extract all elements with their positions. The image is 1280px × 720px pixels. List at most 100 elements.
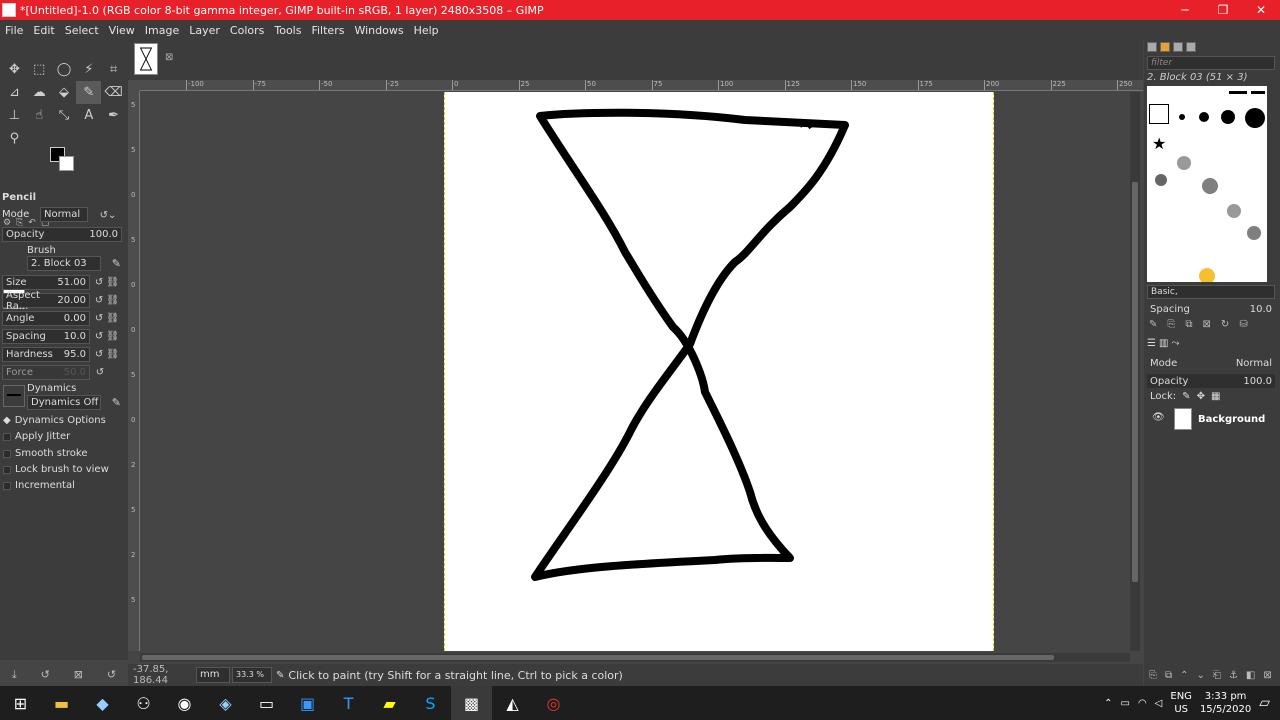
move-tool-icon[interactable]: ✥ bbox=[2, 58, 27, 81]
layer-opacity-slider[interactable]: Opacity 100.0 bbox=[1147, 374, 1275, 388]
layers-tab-icon[interactable]: ☰ bbox=[1147, 338, 1156, 349]
dynamics-select[interactable]: Dynamics Off bbox=[27, 395, 101, 410]
rect-select-tool-icon[interactable]: ⬚ bbox=[27, 58, 52, 81]
unit-select[interactable]: mm bbox=[196, 667, 230, 683]
brush-texture[interactable] bbox=[1199, 268, 1215, 282]
menu-tools[interactable]: Tools bbox=[269, 24, 306, 37]
aspect-ratio-slider[interactable]: Aspect Ra... 20.00 bbox=[2, 290, 90, 312]
lock-brush-box[interactable] bbox=[3, 465, 11, 474]
wifi-icon[interactable]: ◠ bbox=[1138, 698, 1147, 709]
terminal-icon[interactable]: ▭ bbox=[246, 686, 287, 720]
battery-icon[interactable]: ▭ bbox=[1120, 698, 1129, 709]
transform-tool-icon[interactable]: ⊿ bbox=[2, 81, 27, 104]
layer-name[interactable]: Background bbox=[1198, 414, 1265, 425]
menu-colors[interactable]: Colors bbox=[225, 24, 269, 37]
image-tab-thumbnail[interactable] bbox=[134, 43, 158, 75]
file-explorer-icon[interactable]: ▬ bbox=[41, 686, 82, 720]
smooth-stroke-checkbox[interactable]: Smooth stroke bbox=[3, 448, 88, 459]
reset-options-icon[interactable]: ↺ bbox=[107, 668, 116, 684]
menu-select[interactable]: Select bbox=[60, 24, 104, 37]
menu-help[interactable]: Help bbox=[409, 24, 444, 37]
brush-grid[interactable]: ★ bbox=[1147, 86, 1267, 282]
patterns-tab-icon[interactable] bbox=[1160, 42, 1170, 52]
brush-texture[interactable] bbox=[1155, 174, 1167, 186]
minimize-button[interactable]: ─ bbox=[1166, 3, 1204, 17]
force-reset-icon[interactable]: ↺ bbox=[92, 361, 108, 384]
lock-pixels-icon[interactable]: ✎ bbox=[1182, 391, 1190, 402]
channels-tab-icon[interactable]: ▥ bbox=[1159, 338, 1168, 349]
menu-windows[interactable]: Windows bbox=[349, 24, 408, 37]
brush-select[interactable]: 2. Block 03 bbox=[27, 256, 101, 271]
force-slider[interactable]: Force 50.0 bbox=[2, 365, 90, 380]
brush-spacing-slider[interactable]: Spacing 10.0 bbox=[1147, 302, 1275, 316]
apply-jitter-checkbox[interactable]: Apply Jitter bbox=[3, 431, 70, 442]
vertical-ruler[interactable]: 5 5 0 5 0 0 5 0 2 5 2 5 bbox=[128, 91, 140, 651]
dynamics-preview-icon[interactable] bbox=[3, 385, 25, 407]
duplicate-brush-icon[interactable]: ⧉ bbox=[1185, 319, 1192, 330]
horizontal-scroll-thumb[interactable] bbox=[142, 655, 1054, 660]
pencil-tool-icon[interactable]: ✎ bbox=[76, 81, 102, 104]
brush-texture[interactable] bbox=[1202, 178, 1218, 194]
menu-layer[interactable]: Layer bbox=[184, 24, 225, 37]
smooth-stroke-box[interactable] bbox=[3, 449, 11, 458]
lower-layer-icon[interactable]: ⌄ bbox=[1197, 670, 1205, 681]
delete-options-icon[interactable]: ⊠ bbox=[74, 668, 83, 684]
duplicate-layer-icon[interactable]: ⎗ bbox=[1213, 670, 1221, 681]
document-history-tab-icon[interactable] bbox=[1186, 42, 1196, 52]
language-indicator[interactable]: ENG US bbox=[1170, 690, 1192, 716]
app-icon[interactable]: ◭ bbox=[492, 686, 533, 720]
warp-tool-icon[interactable]: ☁ bbox=[27, 81, 52, 104]
paths-tool-icon[interactable]: ⤡ bbox=[52, 104, 77, 127]
mode-reset-icon[interactable]: ↺⌄ bbox=[94, 204, 122, 227]
fuzzy-select-tool-icon[interactable]: ⚡ bbox=[76, 58, 101, 81]
menu-image[interactable]: Image bbox=[140, 24, 184, 37]
incremental-checkbox[interactable]: Incremental bbox=[3, 480, 75, 491]
brush-hardness-large[interactable] bbox=[1221, 110, 1235, 124]
brush-block-02[interactable] bbox=[1251, 91, 1265, 94]
paths-tab-icon[interactable]: ⤳ bbox=[1171, 338, 1179, 349]
new-group-icon[interactable]: ⧉ bbox=[1165, 670, 1172, 681]
menu-file[interactable]: File bbox=[0, 24, 28, 37]
delete-brush-icon[interactable]: ⊠ bbox=[1203, 319, 1211, 330]
network-icon[interactable]: ⚇ bbox=[123, 686, 164, 720]
lock-position-icon[interactable]: ✥ bbox=[1197, 391, 1205, 402]
brush-filter-input[interactable]: filter bbox=[1147, 56, 1275, 70]
incremental-box[interactable] bbox=[3, 481, 11, 490]
brush-star[interactable]: ★ bbox=[1152, 134, 1166, 153]
edit-brush-icon[interactable]: ✎ bbox=[1149, 319, 1157, 330]
hardness-slider[interactable]: Hardness 95.0 bbox=[2, 347, 90, 362]
volume-icon[interactable]: ◁ bbox=[1155, 698, 1163, 709]
open-brush-icon[interactable]: ⛁ bbox=[1239, 319, 1247, 330]
tray-chevron-icon[interactable]: ⌃ bbox=[1104, 698, 1112, 709]
delete-layer-icon[interactable]: ⊠ bbox=[1263, 670, 1271, 681]
layer-row-background[interactable]: 👁 Background bbox=[1147, 407, 1278, 431]
angle-slider[interactable]: Angle 0.00 bbox=[2, 311, 90, 326]
vertical-scrollbar[interactable] bbox=[1130, 92, 1140, 651]
clock[interactable]: 3:33 pm 15/5/2020 bbox=[1200, 690, 1251, 716]
save-options-icon[interactable]: ⤓ bbox=[12, 668, 17, 684]
crop-tool-icon[interactable]: ⌗ bbox=[101, 58, 126, 81]
mask-layer-icon[interactable]: ◧ bbox=[1246, 670, 1255, 681]
bucket-fill-tool-icon[interactable]: ⬙ bbox=[52, 81, 77, 104]
chrome-icon[interactable]: ◎ bbox=[533, 686, 574, 720]
image-canvas[interactable] bbox=[444, 92, 994, 651]
skype-icon[interactable]: S bbox=[410, 686, 451, 720]
layer-visibility-eye-icon[interactable]: 👁 bbox=[1152, 412, 1165, 423]
clone-tool-icon[interactable]: ⊥ bbox=[2, 104, 27, 127]
mode-select[interactable]: Normal bbox=[40, 207, 88, 222]
horizontal-scrollbar[interactable] bbox=[140, 653, 1130, 662]
brush-block-01[interactable] bbox=[1229, 91, 1247, 94]
smudge-tool-icon[interactable]: ☝ bbox=[27, 104, 52, 127]
horizontal-ruler[interactable]: -100 -75 -50 -25 0 25 50 75 100 125 150 175 200 225 25… bbox=[140, 80, 1143, 91]
brush-texture[interactable] bbox=[1247, 226, 1261, 240]
raise-layer-icon[interactable]: ⌃ bbox=[1180, 670, 1188, 681]
menu-view[interactable]: View bbox=[104, 24, 140, 37]
new-layer-icon[interactable]: ⎘ bbox=[1149, 670, 1157, 681]
brush-circle-large[interactable] bbox=[1245, 108, 1265, 128]
brush-preset-select[interactable]: Basic, bbox=[1147, 285, 1275, 299]
brush-hardness-medium[interactable] bbox=[1199, 112, 1209, 122]
brush-texture[interactable] bbox=[1177, 156, 1191, 170]
brush-texture[interactable] bbox=[1227, 204, 1241, 218]
brush-hardness-small[interactable] bbox=[1179, 114, 1185, 120]
fg-bg-color-swatches[interactable] bbox=[50, 147, 76, 171]
